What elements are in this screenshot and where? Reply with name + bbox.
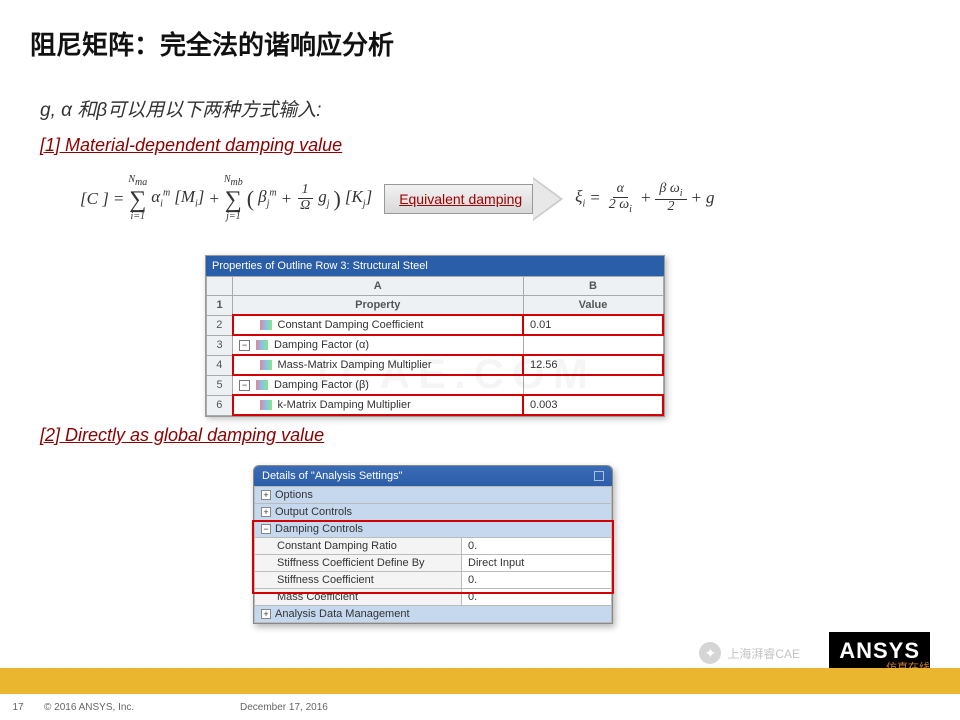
property-cell[interactable]: k-Matrix Damping Multiplier [233,395,524,415]
value-cell[interactable]: 0.01 [523,315,663,335]
property-icon [260,400,272,410]
section-2-heading: [2] Directly as global damping value [40,425,324,446]
setting-value[interactable]: 0. [462,572,612,589]
setting-value[interactable]: 0. [462,589,612,606]
value-header: Value [523,296,663,316]
row-1-header: 1 [207,296,233,316]
setting-label: Constant Damping Ratio [255,538,462,555]
group-label: Output Controls [275,506,352,518]
settings-row[interactable]: Stiffness Coefficient Define ByDirect In… [255,555,612,572]
property-icon [256,380,268,390]
page-number: 17 [0,702,36,713]
background-watermark: 1CAE.COM [310,350,596,398]
equation-left: [C ]= Nma∑i=1 αim[Mi]+ Nmb∑j=1 ( βjm+ 1Ω… [80,175,372,222]
equation-right: ξi= α2 ωi + β ωi2 +g [575,182,714,215]
setting-label: Stiffness Coefficient Define By [255,555,462,572]
property-header: Property [233,296,524,316]
footer: 17 © 2016 ANSYS, Inc. December 17, 2016 [0,694,960,720]
row-header: 3 [207,335,233,355]
slide-subtitle: g, α 和β可以用以下两种方式输入: [40,95,321,122]
footer-accent-bar [0,668,960,694]
row-header: 2 [207,315,233,335]
setting-label: Mass Coefficient [255,589,462,606]
properties-panel-title: Properties of Outline Row 3: Structural … [206,256,664,276]
wechat-watermark: ✦ 上海湃睿CAE [699,642,800,664]
group-label: Damping Controls [275,523,363,535]
analysis-settings-table: +Options+Output Controls−Damping Control… [254,486,612,623]
property-label: Constant Damping Coefficient [278,319,424,331]
analysis-settings-title: Details of "Analysis Settings" [254,466,612,486]
analysis-settings-panel: Details of "Analysis Settings" +Options+… [253,465,613,624]
arrow-label: Equivalent damping [384,184,533,214]
wechat-icon: ✦ [699,642,721,664]
corner-cell [207,277,233,296]
group-row[interactable]: + Analysis Data Management [255,606,612,623]
slide-title: 阻尼矩阵：完全法的谐响应分析 [30,25,394,62]
copyright-text: © 2016 ANSYS, Inc. [44,702,134,713]
group-row[interactable]: −Damping Controls [255,521,612,538]
settings-row[interactable]: Stiffness Coefficient0. [255,572,612,589]
expand-icon[interactable]: + [261,609,271,619]
property-icon [260,360,272,370]
setting-label: Stiffness Coefficient [255,572,462,589]
col-b-header: B [523,277,663,296]
group-row[interactable]: + Output Controls [255,504,612,521]
row-header: 5 [207,375,233,395]
row-header: 4 [207,355,233,375]
group-label: Options [275,489,313,501]
setting-value[interactable]: 0. [462,538,612,555]
analysis-settings-title-text: Details of "Analysis Settings" [262,470,402,482]
expand-icon[interactable]: + [261,507,271,517]
settings-row[interactable]: Mass Coefficient0. [255,589,612,606]
wechat-label: 上海湃睿CAE [727,645,800,662]
collapse-icon[interactable]: − [261,524,271,534]
collapse-icon[interactable]: − [239,380,250,391]
col-a-header: A [233,277,524,296]
property-label: k-Matrix Damping Multiplier [278,399,411,411]
footer-date: December 17, 2016 [240,702,328,713]
property-icon [256,340,268,350]
settings-row[interactable]: Constant Damping Ratio0. [255,538,612,555]
collapse-icon[interactable]: − [239,340,250,351]
property-icon [260,320,272,330]
section-1-heading: [1] Material-dependent damping value [40,135,342,156]
equation-row: [C ]= Nma∑i=1 αim[Mi]+ Nmb∑j=1 ( βjm+ 1Ω… [80,175,715,222]
table-row[interactable]: 2 Constant Damping Coefficient 0.01 [207,315,664,335]
group-label: Analysis Data Management [275,608,410,620]
setting-value[interactable]: Direct Input [462,555,612,572]
arrow-head-icon [533,177,563,221]
pin-icon[interactable] [594,471,604,481]
expand-icon[interactable]: + [261,490,271,500]
group-row[interactable]: + Options [255,487,612,504]
property-cell[interactable]: Constant Damping Coefficient [233,315,524,335]
value-cell[interactable]: 0.003 [523,395,663,415]
row-header: 6 [207,395,233,415]
table-row[interactable]: 6 k-Matrix Damping Multiplier 0.003 [207,395,664,415]
equivalent-damping-arrow: Equivalent damping [384,177,563,221]
